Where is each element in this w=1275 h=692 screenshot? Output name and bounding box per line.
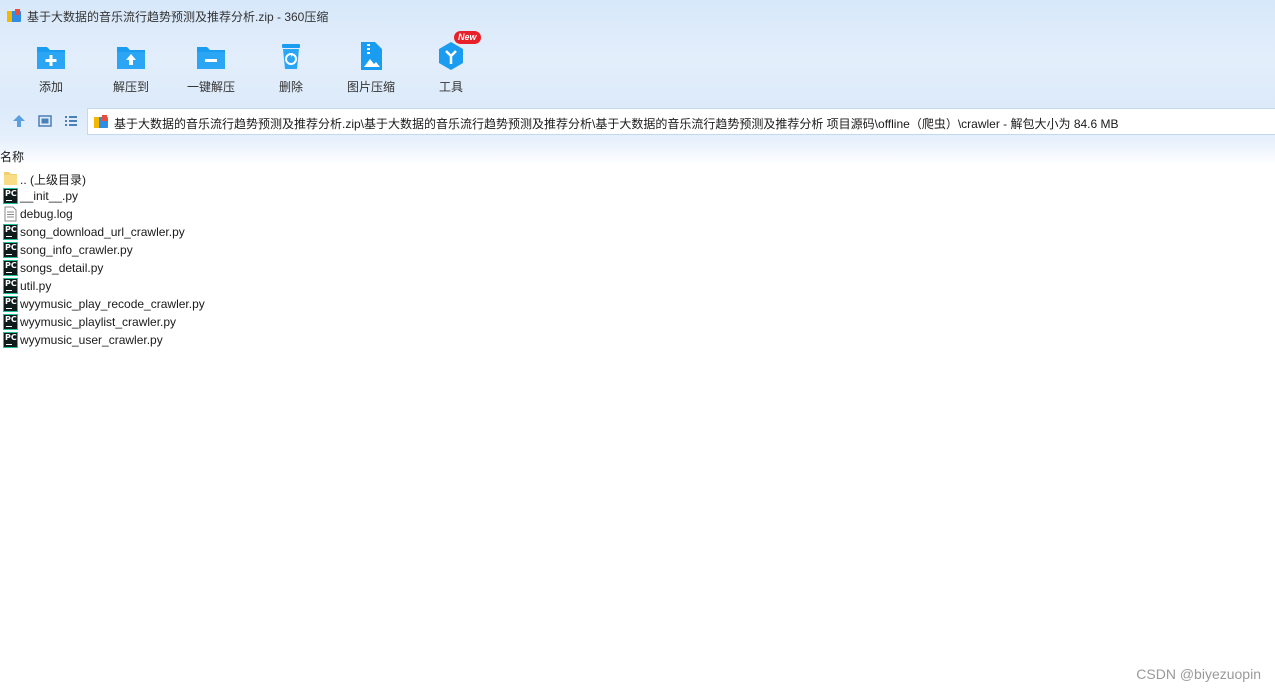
list-item[interactable]: PC util.py bbox=[0, 277, 260, 295]
list-item[interactable]: PC songs_detail.py bbox=[0, 259, 260, 277]
extract-to-icon bbox=[117, 47, 145, 69]
list-item[interactable]: PC wyymusic_playlist_crawler.py bbox=[0, 313, 260, 331]
one-click-extract-label: 一键解压 bbox=[186, 80, 235, 94]
one-click-extract-button[interactable]: 一键解压 bbox=[171, 36, 251, 96]
watermark: CSDN @biyezuopin bbox=[1136, 666, 1261, 682]
list-item[interactable]: PC wyymusic_user_crawler.py bbox=[0, 331, 260, 349]
one-click-extract-icon bbox=[197, 47, 225, 69]
up-arrow-icon[interactable] bbox=[11, 113, 27, 129]
delete-label: 删除 bbox=[278, 80, 303, 94]
list-item[interactable]: PC wyymusic_play_recode_crawler.py bbox=[0, 295, 260, 313]
pycharm-file-icon: PC bbox=[3, 224, 18, 240]
list-item[interactable]: PC __init__.py bbox=[0, 187, 260, 205]
image-compress-icon bbox=[361, 42, 382, 70]
add-button[interactable]: 添加 bbox=[11, 36, 91, 96]
add-icon bbox=[37, 47, 65, 69]
thumbnail-view-icon[interactable] bbox=[37, 113, 53, 129]
window-title: 基于大数据的音乐流行趋势预测及推荐分析.zip - 360压缩 bbox=[27, 10, 329, 24]
delete-icon bbox=[282, 44, 300, 69]
address-path: 基于大数据的音乐流行趋势预测及推荐分析.zip\基于大数据的音乐流行趋势预测及推… bbox=[114, 117, 1119, 131]
list-item[interactable]: PC song_info_crawler.py bbox=[0, 241, 260, 259]
text-file-icon bbox=[4, 206, 17, 222]
file-name: wyymusic_playlist_crawler.py bbox=[20, 315, 177, 329]
app-logo-icon bbox=[7, 9, 21, 22]
file-name: song_info_crawler.py bbox=[20, 243, 133, 257]
pycharm-file-icon: PC bbox=[3, 296, 18, 312]
pycharm-file-icon: PC bbox=[3, 314, 18, 330]
list-view-icon[interactable] bbox=[63, 113, 79, 129]
list-item[interactable]: PC song_download_url_crawler.py bbox=[0, 223, 260, 241]
folder-icon bbox=[4, 172, 17, 185]
title-bar: 基于大数据的音乐流行趋势预测及推荐分析.zip - 360压缩 bbox=[0, 0, 1275, 32]
archive-icon bbox=[94, 115, 108, 128]
list-item[interactable]: debug.log bbox=[0, 205, 260, 223]
file-name: wyymusic_play_recode_crawler.py bbox=[20, 297, 205, 311]
column-header-name[interactable]: 名称 bbox=[0, 148, 24, 165]
add-label: 添加 bbox=[38, 80, 63, 94]
file-name: songs_detail.py bbox=[20, 261, 104, 275]
delete-button[interactable]: 删除 bbox=[251, 36, 331, 96]
pycharm-file-icon: PC bbox=[3, 242, 18, 258]
tools-button[interactable]: New 工具 bbox=[411, 31, 491, 96]
pycharm-file-icon: PC bbox=[3, 188, 18, 204]
extract-to-button[interactable]: 解压到 bbox=[91, 36, 171, 96]
file-name: song_download_url_crawler.py bbox=[20, 225, 185, 239]
file-name: __init__.py bbox=[20, 189, 79, 203]
file-name: .. (上级目录) bbox=[20, 173, 86, 187]
image-compress-label: 图片压缩 bbox=[346, 80, 395, 94]
new-badge: New bbox=[454, 31, 481, 44]
file-name: util.py bbox=[20, 279, 52, 293]
pycharm-file-icon: PC bbox=[3, 332, 18, 348]
tools-label: 工具 bbox=[438, 80, 463, 94]
pycharm-file-icon: PC bbox=[3, 278, 18, 294]
image-compress-button[interactable]: 图片压缩 bbox=[331, 36, 411, 96]
list-item-parent-dir[interactable]: .. (上级目录) bbox=[0, 169, 260, 187]
tools-icon bbox=[439, 42, 463, 70]
address-bar[interactable]: 基于大数据的音乐流行趋势预测及推荐分析.zip\基于大数据的音乐流行趋势预测及推… bbox=[87, 108, 1275, 135]
file-name: debug.log bbox=[20, 207, 73, 221]
pycharm-file-icon: PC bbox=[3, 260, 18, 276]
extract-to-label: 解压到 bbox=[112, 80, 149, 94]
file-name: wyymusic_user_crawler.py bbox=[20, 333, 163, 347]
